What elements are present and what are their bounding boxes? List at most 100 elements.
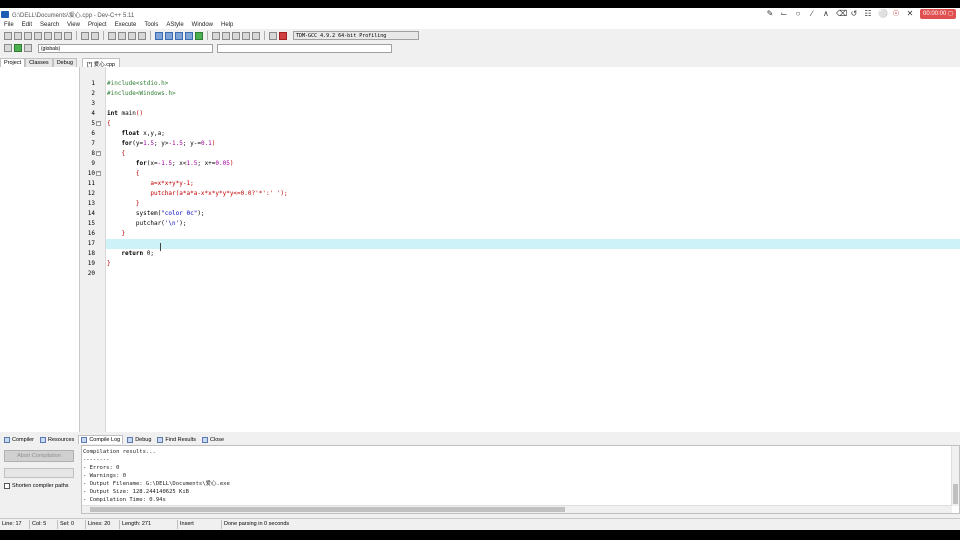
abort-compilation-button[interactable]: Abort Compilation: [4, 450, 74, 462]
tab-compile-log[interactable]: Compile Log: [78, 435, 124, 444]
compiler-select[interactable]: TDM-GCC 4.9.2 64-bit Profiling: [293, 31, 419, 40]
compile-log-output[interactable]: Compilation results... -------- - Errors: …: [81, 445, 960, 514]
find-icon[interactable]: [108, 31, 116, 40]
code-editor[interactable]: 1 2 3 4 5−6 7 8−9 10−11 12 13 14 15 16 17 18 19 20 #incl…: [82, 67, 960, 432]
code-line[interactable]: return 0;: [107, 249, 154, 259]
log-horizontal-scrollbar[interactable]: [82, 505, 952, 513]
tab-project[interactable]: Project: [0, 58, 26, 67]
left-panel-tabs: Project Classes Debug: [0, 58, 80, 67]
save-all-icon[interactable]: [34, 31, 42, 40]
goto-icon[interactable]: [4, 44, 12, 52]
line-icon[interactable]: ∕: [808, 9, 816, 19]
shorten-paths-checkbox[interactable]: [4, 483, 10, 489]
code-line[interactable]: system("color 0c");: [107, 209, 205, 219]
tab-compiler[interactable]: Compiler: [2, 435, 36, 444]
print-icon[interactable]: [64, 31, 72, 40]
menu-edit[interactable]: Edit: [22, 22, 32, 28]
code-line[interactable]: #include<stdio.h>: [107, 79, 168, 89]
menu-window[interactable]: Window: [192, 22, 213, 28]
check-syntax-icon[interactable]: [195, 31, 203, 40]
project-options-icon[interactable]: [185, 31, 193, 40]
editor-tab-file[interactable]: [*] 爱心.cpp: [82, 58, 121, 68]
close-icon[interactable]: ✕: [906, 9, 914, 19]
stop-icon[interactable]: [252, 31, 260, 40]
recording-timer[interactable]: 00:00:00 ◻: [919, 9, 956, 19]
insert-icon[interactable]: [24, 44, 32, 52]
compile-icon[interactable]: [212, 31, 220, 40]
trash-icon[interactable]: ☷: [864, 9, 872, 19]
run-icon[interactable]: [222, 31, 230, 40]
project-new-icon[interactable]: [155, 31, 163, 40]
menu-execute[interactable]: Execute: [115, 22, 137, 28]
window-title: G:\DELL\Documents\爱心.cpp - Dev-C++ 5.11: [12, 12, 135, 19]
code-line[interactable]: float x,y,a;: [107, 129, 164, 139]
code-line[interactable]: putchar(a*a*a-x*x*y*y*y<=0.0?'*':' ');: [107, 189, 287, 199]
fold-toggle-icon[interactable]: −: [96, 171, 101, 176]
code-line[interactable]: a=x*x+y*y-1;: [107, 179, 193, 189]
tab-close[interactable]: Close: [200, 435, 226, 444]
undo-icon[interactable]: ↺: [850, 9, 858, 19]
code-line[interactable]: }: [107, 259, 111, 269]
log-line: - Output Filename: G:\DELL\Documents\爱心.…: [83, 481, 230, 487]
indent-icon[interactable]: [128, 31, 136, 40]
code-line[interactable]: }: [107, 199, 140, 209]
code-line[interactable]: putchar('\n');: [107, 219, 187, 229]
camera-off-icon[interactable]: ☉: [892, 9, 900, 19]
menu-tools[interactable]: Tools: [144, 22, 158, 28]
close-all-icon[interactable]: [54, 31, 62, 40]
log-line: --------: [83, 457, 110, 463]
tab-resources[interactable]: Resources: [38, 435, 76, 444]
code-line[interactable]: #include<Windows.h>: [107, 89, 176, 99]
save-icon[interactable]: [24, 31, 32, 40]
log-hscroll-thumb[interactable]: [90, 507, 565, 512]
menu-help[interactable]: Help: [221, 22, 233, 28]
function-select[interactable]: [217, 43, 392, 53]
replace-icon[interactable]: [118, 31, 126, 40]
tab-debug-output[interactable]: Debug: [125, 435, 153, 444]
pen-icon[interactable]: ✎: [766, 9, 774, 19]
poly-icon[interactable]: ∧: [822, 9, 830, 19]
compile-run-icon[interactable]: [232, 31, 240, 40]
code-line[interactable]: for(y=1.5; y>-1.5; y-=0.1): [107, 139, 215, 149]
code-token: {: [107, 170, 140, 177]
tab-classes[interactable]: Classes: [25, 58, 53, 67]
undo-edit-icon[interactable]: [81, 31, 89, 40]
code-line[interactable]: {: [107, 149, 125, 159]
menu-view[interactable]: View: [67, 22, 80, 28]
code-token: 0.1: [200, 140, 212, 147]
scope-select[interactable]: (globals): [38, 43, 213, 53]
code-line[interactable]: for(x=-1.5; x<1.5; x+=0.05): [107, 159, 234, 169]
code-line[interactable]: {: [107, 119, 111, 129]
close-file-icon[interactable]: [44, 31, 52, 40]
menu-astyle[interactable]: AStyle: [166, 22, 183, 28]
new-file-icon[interactable]: [4, 31, 12, 40]
project-remove-icon[interactable]: [175, 31, 183, 40]
mic-off-icon[interactable]: ⚪: [878, 9, 888, 19]
fold-toggle-icon[interactable]: −: [96, 121, 101, 126]
menu-file[interactable]: File: [4, 22, 14, 28]
redo-edit-icon[interactable]: [91, 31, 99, 40]
menu-search[interactable]: Search: [40, 22, 59, 28]
unindent-icon[interactable]: [138, 31, 146, 40]
eraser-icon[interactable]: ⌫: [836, 9, 847, 19]
bookmark-icon[interactable]: [14, 44, 22, 52]
project-add-icon[interactable]: [165, 31, 173, 40]
tab-debug[interactable]: Debug: [52, 58, 77, 67]
log-vscroll-thumb[interactable]: [953, 484, 958, 504]
debug-icon[interactable]: [279, 31, 287, 40]
shorten-paths-row[interactable]: Shorten compiler paths: [4, 483, 69, 489]
code-line[interactable]: }: [107, 229, 125, 239]
corner-icon[interactable]: ⌙: [780, 9, 788, 19]
compile-controls: Abort Compilation Shorten compiler paths: [0, 445, 80, 515]
project-panel[interactable]: [0, 67, 80, 432]
fold-toggle-icon[interactable]: −: [96, 151, 101, 156]
log-vertical-scrollbar[interactable]: [951, 446, 959, 506]
circle-icon[interactable]: ○: [794, 9, 802, 19]
menu-project[interactable]: Project: [88, 22, 107, 28]
rebuild-icon[interactable]: [242, 31, 250, 40]
chart-icon[interactable]: [269, 31, 277, 40]
code-line[interactable]: {: [107, 169, 140, 179]
tab-find-results[interactable]: Find Results: [155, 435, 198, 444]
open-file-icon[interactable]: [14, 31, 22, 40]
code-line[interactable]: int main(): [107, 109, 143, 119]
